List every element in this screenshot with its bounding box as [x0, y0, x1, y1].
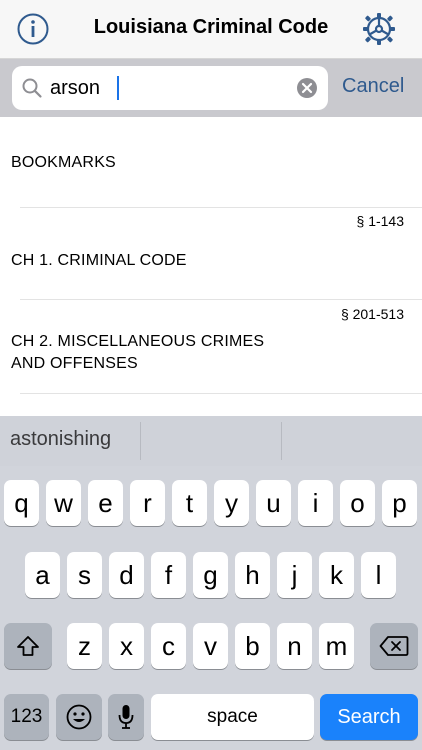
delete-icon: [379, 636, 409, 656]
delete-key[interactable]: [370, 623, 418, 669]
page-title: Louisiana Criminal Code: [93, 16, 329, 38]
key-u[interactable]: u: [256, 480, 291, 526]
key-l[interactable]: l: [361, 552, 396, 598]
chapter-list: BOOKMARKS § 1-143 CH 1. CRIMINAL CODE § …: [0, 118, 422, 416]
search-field[interactable]: [12, 66, 328, 110]
key-r[interactable]: r: [130, 480, 165, 526]
key-y[interactable]: y: [214, 480, 249, 526]
dictation-key[interactable]: [108, 694, 144, 740]
settings-wheel-icon[interactable]: [360, 10, 398, 48]
key-s[interactable]: s: [67, 552, 102, 598]
key-z[interactable]: z: [67, 623, 102, 669]
shift-icon: [17, 636, 39, 656]
search-icon: [21, 77, 43, 99]
key-g[interactable]: g: [193, 552, 228, 598]
section-range: § 1-143: [356, 213, 404, 229]
list-item-chapter-1[interactable]: § 1-143 CH 1. CRIMINAL CODE: [0, 208, 422, 300]
list-item-label: BOOKMARKS: [11, 154, 116, 171]
key-f[interactable]: f: [151, 552, 186, 598]
cancel-button[interactable]: Cancel: [342, 75, 404, 98]
keyboard: astonishing q w e r t y u i o p a s d f …: [0, 416, 422, 750]
list-item-bookmarks[interactable]: BOOKMARKS: [0, 118, 422, 208]
list-item-label: CH 2. MISCELLANEOUS CRIMES: [11, 333, 265, 350]
key-m[interactable]: m: [319, 623, 354, 669]
emoji-icon: [66, 704, 92, 730]
key-h[interactable]: h: [235, 552, 270, 598]
key-p[interactable]: p: [382, 480, 417, 526]
section-range: § 201-513: [340, 306, 404, 322]
prediction-word: astonishing: [10, 428, 112, 450]
search-key[interactable]: Search: [320, 694, 418, 740]
key-n[interactable]: n: [277, 623, 312, 669]
space-key[interactable]: space: [151, 694, 314, 740]
search-bar: Cancel: [0, 59, 422, 117]
row-divider: [20, 393, 422, 394]
key-q[interactable]: q: [4, 480, 39, 526]
list-item-label: AND OFFENSES: [11, 355, 138, 372]
clear-icon[interactable]: [296, 77, 318, 99]
key-b[interactable]: b: [235, 623, 270, 669]
list-item-chapter-2[interactable]: § 201-513 CH 2. MISCELLANEOUS CRIMES AND…: [0, 300, 422, 394]
key-t[interactable]: t: [172, 480, 207, 526]
key-w[interactable]: w: [46, 480, 81, 526]
key-k[interactable]: k: [319, 552, 354, 598]
key-o[interactable]: o: [340, 480, 375, 526]
microphone-icon: [118, 705, 134, 729]
key-e[interactable]: e: [88, 480, 123, 526]
key-j[interactable]: j: [277, 552, 312, 598]
key-c[interactable]: c: [151, 623, 186, 669]
prediction-suggestion-empty[interactable]: [141, 416, 281, 466]
emoji-key[interactable]: [56, 694, 102, 740]
key-a[interactable]: a: [25, 552, 60, 598]
numbers-key[interactable]: 123: [4, 694, 49, 740]
shift-key[interactable]: [4, 623, 52, 669]
key-i[interactable]: i: [298, 480, 333, 526]
navigation-bar: Louisiana Criminal Code: [0, 0, 422, 59]
prediction-suggestion-empty[interactable]: [282, 416, 422, 466]
key-d[interactable]: d: [109, 552, 144, 598]
key-x[interactable]: x: [109, 623, 144, 669]
key-v[interactable]: v: [193, 623, 228, 669]
search-input[interactable]: [50, 72, 290, 104]
text-cursor: [117, 76, 119, 100]
list-item-label: CH 1. CRIMINAL CODE: [11, 252, 187, 269]
predictive-bar: astonishing: [0, 416, 422, 466]
prediction-suggestion[interactable]: astonishing: [0, 416, 140, 466]
